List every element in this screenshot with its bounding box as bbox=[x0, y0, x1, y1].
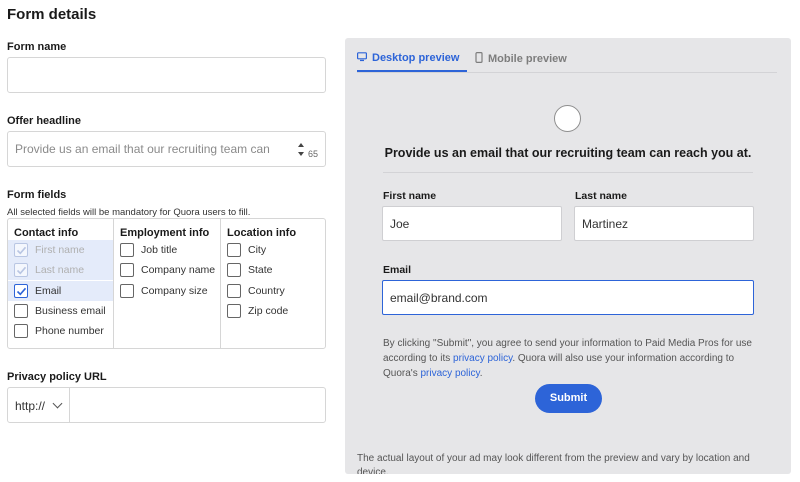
protocol-value: http:// bbox=[15, 399, 46, 413]
employment-info-title: Employment info bbox=[120, 227, 210, 239]
form-fields-label: Form fields bbox=[7, 189, 67, 201]
field-label-company-name: Company name bbox=[141, 264, 216, 276]
protocol-select[interactable]: http:// bbox=[8, 388, 70, 422]
field-label-state: State bbox=[248, 264, 273, 276]
field-option-email[interactable]: Email bbox=[8, 281, 113, 301]
quora-privacy-policy-link[interactable]: privacy policy bbox=[420, 368, 479, 379]
submit-button[interactable]: Submit bbox=[535, 384, 602, 413]
check-icon bbox=[16, 246, 27, 255]
field-label-phone-number: Phone number bbox=[35, 325, 104, 337]
field-label-last-name: Last name bbox=[35, 264, 85, 276]
location-info-column: Location info City State Country Zip cod… bbox=[221, 219, 325, 348]
desktop-icon bbox=[357, 52, 367, 62]
field-label-first-name: First name bbox=[35, 244, 85, 256]
page-title: Form details bbox=[7, 6, 97, 23]
field-label-email: Email bbox=[35, 285, 62, 297]
employment-info-column: Employment info Job title Company name C… bbox=[114, 219, 221, 348]
field-option-business-email[interactable]: Business email bbox=[8, 301, 113, 321]
tab-mobile-preview[interactable]: Mobile preview bbox=[475, 52, 567, 65]
offer-headline-value: Provide us an email that our recruiting … bbox=[15, 142, 270, 156]
field-option-first-name: First name bbox=[8, 240, 113, 260]
location-info-title: Location info bbox=[227, 227, 297, 239]
checkbox-first-name bbox=[14, 243, 28, 257]
last-name-input[interactable]: Martinez bbox=[574, 206, 754, 241]
privacy-policy-link[interactable]: privacy policy bbox=[453, 353, 512, 364]
check-icon bbox=[16, 287, 27, 296]
field-label-business-email: Business email bbox=[35, 305, 106, 317]
checkbox-last-name bbox=[14, 263, 28, 277]
caret-up-icon[interactable] bbox=[298, 143, 304, 147]
first-name-label: First name bbox=[383, 190, 437, 202]
form-name-label: Form name bbox=[7, 41, 67, 53]
field-label-zip-code: Zip code bbox=[248, 305, 289, 317]
checkbox-zip-code[interactable] bbox=[227, 304, 241, 318]
mobile-icon bbox=[475, 52, 483, 63]
field-label-company-size: Company size bbox=[141, 285, 208, 297]
field-option-phone-number[interactable]: Phone number bbox=[8, 321, 113, 341]
tab-desktop-preview[interactable]: Desktop preview bbox=[357, 52, 467, 64]
tab-desktop-label: Desktop preview bbox=[372, 52, 460, 64]
privacy-url-input[interactable] bbox=[78, 388, 325, 422]
checkbox-company-size[interactable] bbox=[120, 284, 134, 298]
field-option-company-name[interactable]: Company name bbox=[114, 260, 220, 280]
checkbox-country[interactable] bbox=[227, 284, 241, 298]
privacy-url-label: Privacy policy URL bbox=[7, 371, 107, 383]
field-option-company-size[interactable]: Company size bbox=[114, 281, 220, 301]
field-option-country[interactable]: Country bbox=[221, 281, 325, 301]
caret-down-icon[interactable] bbox=[298, 152, 304, 156]
offer-headline-input[interactable]: Provide us an email that our recruiting … bbox=[7, 131, 326, 167]
field-option-last-name: Last name bbox=[8, 260, 113, 280]
last-name-label: Last name bbox=[575, 190, 627, 202]
field-option-job-title[interactable]: Job title bbox=[114, 240, 220, 260]
form-fields-hint: All selected fields will be mandatory fo… bbox=[7, 207, 251, 218]
field-label-city: City bbox=[248, 244, 267, 256]
checkbox-business-email[interactable] bbox=[14, 304, 28, 318]
consent-text: By clicking "Submit", you agree to send … bbox=[383, 338, 752, 379]
advertiser-logo bbox=[554, 105, 581, 132]
checkbox-state[interactable] bbox=[227, 263, 241, 277]
character-counter: 65 bbox=[308, 149, 319, 159]
field-label-country: Country bbox=[248, 285, 285, 297]
preview-disclaimer: The actual layout of your ad may look di… bbox=[357, 453, 750, 474]
checkbox-email[interactable] bbox=[14, 284, 28, 298]
checkbox-job-title[interactable] bbox=[120, 243, 134, 257]
check-icon bbox=[16, 266, 27, 275]
first-name-input[interactable]: Joe bbox=[382, 206, 562, 241]
preview-headline: Provide us an email that our recruiting … bbox=[384, 146, 752, 160]
privacy-url-field: http:// bbox=[7, 387, 326, 423]
offer-headline-label: Offer headline bbox=[7, 115, 81, 127]
chevron-down-icon bbox=[52, 398, 63, 409]
checkbox-city[interactable] bbox=[227, 243, 241, 257]
email-input[interactable]: email@brand.com bbox=[382, 280, 754, 315]
checkbox-company-name[interactable] bbox=[120, 263, 134, 277]
contact-info-column: Contact info First name Last name Email … bbox=[8, 219, 114, 348]
preview-panel: Desktop preview Mobile preview Provide u… bbox=[345, 38, 791, 474]
divider bbox=[383, 172, 753, 173]
headline-spinner[interactable] bbox=[297, 142, 307, 158]
checkbox-phone-number[interactable] bbox=[14, 324, 28, 338]
contact-info-title: Contact info bbox=[14, 227, 79, 239]
field-label-job-title: Job title bbox=[141, 244, 178, 256]
field-option-state[interactable]: State bbox=[221, 260, 325, 280]
field-option-zip-code[interactable]: Zip code bbox=[221, 301, 325, 321]
form-name-input[interactable] bbox=[7, 57, 326, 93]
field-option-city[interactable]: City bbox=[221, 240, 325, 260]
tab-mobile-label: Mobile preview bbox=[488, 53, 567, 65]
form-fields-selector: Contact info First name Last name Email … bbox=[7, 218, 326, 349]
preview-tabs: Desktop preview Mobile preview bbox=[357, 38, 777, 73]
email-label: Email bbox=[383, 264, 412, 276]
active-tab-indicator bbox=[357, 70, 467, 72]
